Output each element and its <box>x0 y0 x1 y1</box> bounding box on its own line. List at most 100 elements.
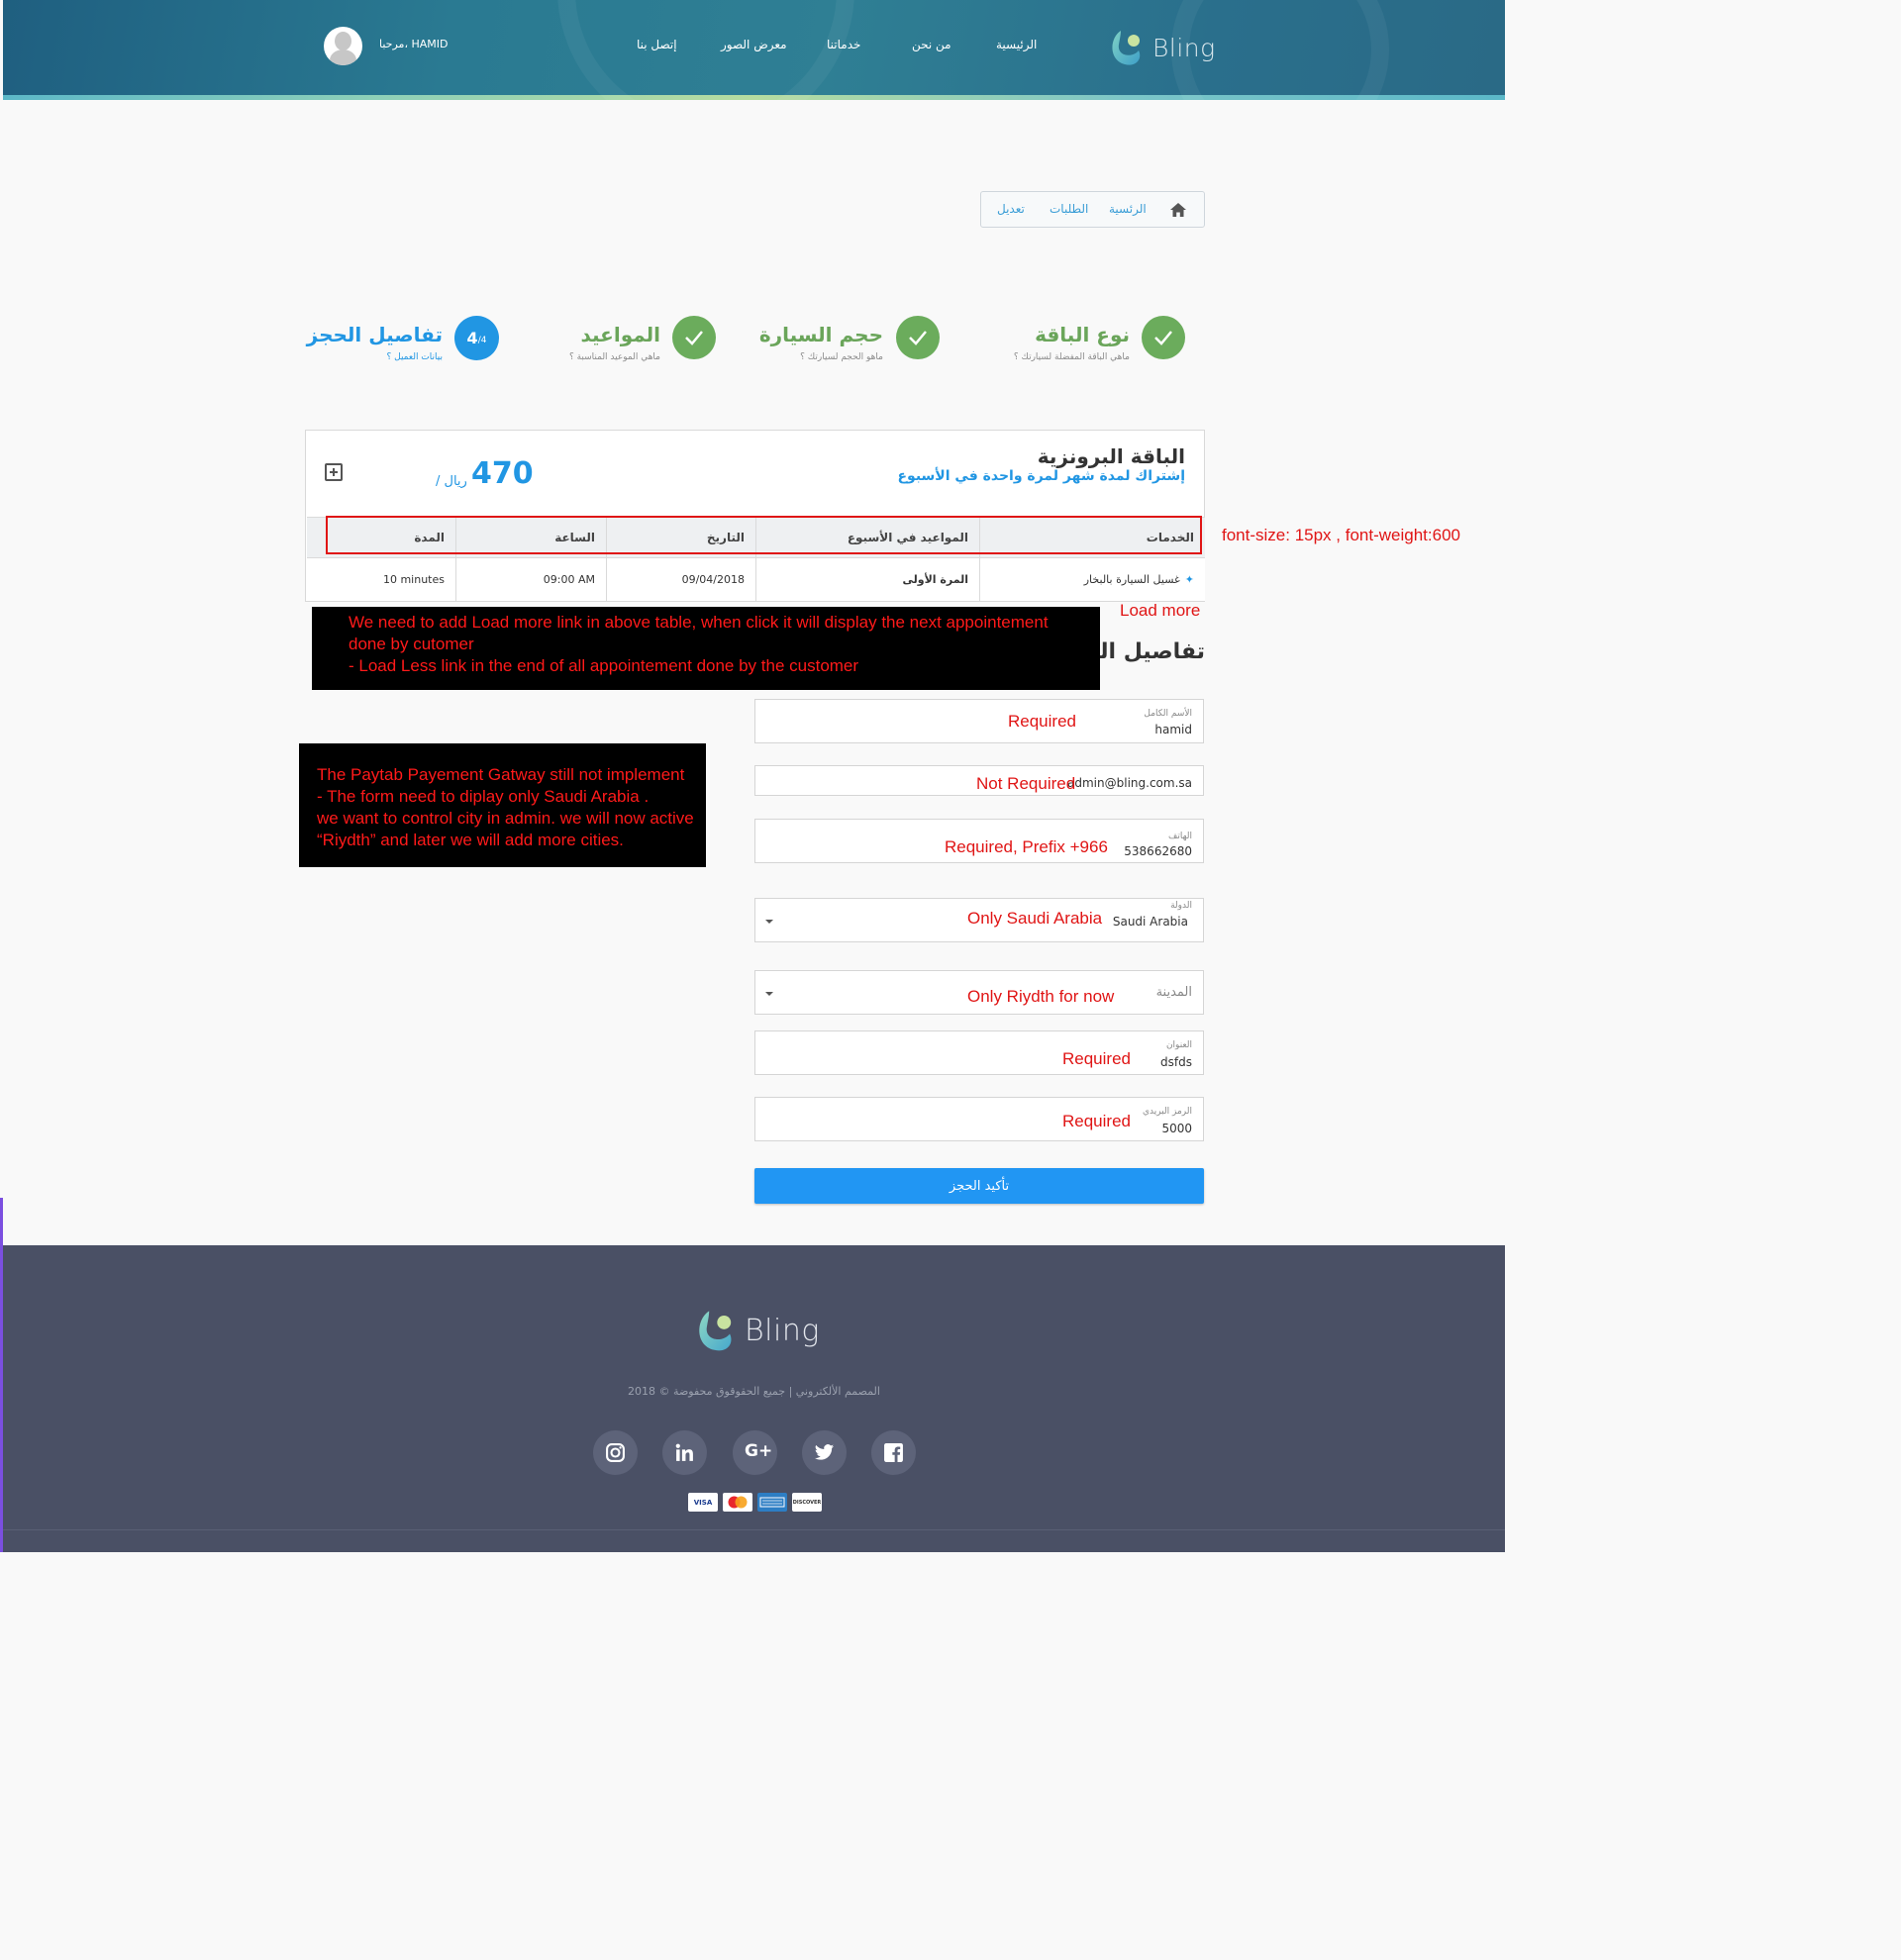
discover-label: DISCOVER <box>792 1499 822 1506</box>
footer: Bling 2018 © المصمم الألكتروني | جميع ال… <box>3 1245 1505 1552</box>
field-annotation: Required, Prefix +966 <box>945 837 1108 856</box>
field-value: hamid <box>1154 723 1192 736</box>
service-name: غسيل السيارة بالبخار <box>1083 573 1180 586</box>
twitter-icon[interactable] <box>802 1430 847 1475</box>
breadcrumb-home[interactable]: الرئسية <box>1109 202 1147 216</box>
field-annotation: Not Required <box>976 774 1076 793</box>
mastercard-icon <box>723 1493 752 1512</box>
step-2-title: حجم السيارة <box>758 323 883 346</box>
step-1-subtitle: ماهي الباقة المفضلة لسيارتك ؟ <box>1013 352 1130 362</box>
country-select[interactable]: الدولة Saudi Arabia Only Saudi Arabia <box>754 898 1204 942</box>
chevron-down-icon[interactable] <box>765 992 773 996</box>
brand-name: Bling <box>1152 33 1216 62</box>
field-label: الأسم الكامل <box>1144 709 1192 719</box>
user-greeting[interactable]: مرحبا، HAMID <box>379 38 449 50</box>
postal-code-field[interactable]: الرمز البريدي 5000 Required <box>754 1097 1204 1141</box>
field-value: dsfds <box>1160 1055 1192 1069</box>
nav-gallery[interactable]: معرض الصور <box>721 38 787 51</box>
field-annotation: Required <box>1062 1049 1131 1068</box>
visa-card-icon: VISA <box>688 1493 718 1512</box>
expand-plus-icon[interactable] <box>325 463 343 481</box>
breadcrumb: الرئسية الطلبات تعديل <box>980 191 1205 228</box>
annotation-line: - Load Less link in the end of all appoi… <box>349 656 859 675</box>
copyright-text: 2018 © المصمم الألكتروني | جميع الحقوقوق… <box>628 1385 880 1398</box>
field-label: الهاتف <box>1168 832 1192 841</box>
step-2-check <box>896 316 940 359</box>
breadcrumb-orders[interactable]: الطلبات <box>1050 202 1088 216</box>
footer-divider <box>3 1529 1505 1530</box>
annotation-line: We need to add Load more link in above t… <box>349 613 1049 632</box>
package-subtitle: إشتراك لمدة شهر لمرة واحدة في الأسبوع <box>897 468 1185 484</box>
step-3-subtitle: ماهي الموعيد المناسبة ؟ <box>568 352 660 362</box>
full-name-field[interactable]: الأسم الكامل hamid Required <box>754 699 1204 743</box>
font-annotation: font-size: 15px , font-weight:600 <box>1222 526 1460 544</box>
annotation-line: The Paytab Payement Gatway still not imp… <box>317 765 685 784</box>
package-price: 470 <box>471 456 534 491</box>
field-annotation: Only Riydth for now <box>967 987 1115 1006</box>
step-4-title: تفاصيل الحجز <box>306 323 443 346</box>
field-placeholder: المدينة <box>1155 985 1192 1000</box>
amex-card-icon <box>757 1493 787 1512</box>
step-3-title: المواعيد <box>580 323 660 346</box>
email-field[interactable]: admin@bling.com.sa Not Required <box>754 765 1204 796</box>
annotation-line: we want to control city in admin. we wil… <box>317 809 694 828</box>
check-icon <box>1154 331 1172 345</box>
nav-contact[interactable]: إتصل بنا <box>637 38 677 51</box>
header-logo[interactable]: Bling <box>1107 27 1216 68</box>
nav-home[interactable]: الرئيسية <box>996 38 1037 51</box>
logo-mark-icon <box>1107 27 1145 68</box>
cell-weekly: المرة الأولى <box>755 558 979 601</box>
annotation-line: done by cutomer <box>349 635 474 653</box>
package-title: الباقة البرونزية <box>1037 444 1185 468</box>
header-highlight-annotation <box>326 516 1202 554</box>
load-more-link[interactable]: Load more <box>1120 601 1200 621</box>
field-label: العنوان <box>1165 1040 1192 1050</box>
city-select[interactable]: المدينة Only Riydth for now <box>754 970 1204 1015</box>
step-3-check <box>672 316 716 359</box>
nav-services[interactable]: خدماتنا <box>827 38 860 51</box>
step-4-total: /4 <box>477 335 487 345</box>
check-icon <box>685 331 703 345</box>
package-currency: / ريال <box>436 474 467 489</box>
google-plus-glyph: G+ <box>745 1441 773 1461</box>
cell-duration: 10 minutes <box>382 573 445 586</box>
sparkle-icon: ✦ <box>1184 573 1194 586</box>
field-value: 538662680 <box>1124 844 1192 858</box>
step-1-title: نوع الباقة <box>1035 323 1130 346</box>
discover-card-icon: DISCOVER <box>792 1493 822 1512</box>
phone-field[interactable]: الهاتف 538662680 Required, Prefix +966 <box>754 819 1204 863</box>
avatar-body <box>330 49 356 65</box>
field-annotation: Only Saudi Arabia <box>967 909 1103 928</box>
top-header: Bling الرئيسية من نحن خدماتنا معرض الصور… <box>3 0 1505 100</box>
home-icon[interactable] <box>1170 203 1186 217</box>
table-row: غسيل السيارة بالبخار ✦ المرة الأولى 09/0… <box>307 558 1205 601</box>
cell-service: غسيل السيارة بالبخار ✦ <box>979 558 1205 601</box>
field-annotation: Required <box>1062 1112 1131 1130</box>
linkedin-icon[interactable] <box>662 1430 707 1475</box>
step-2-subtitle: ماهو الحجم لسيارتك ؟ <box>800 352 883 362</box>
facebook-icon[interactable] <box>871 1430 916 1475</box>
breadcrumb-edit[interactable]: تعديل <box>997 202 1025 216</box>
load-more-annotation: We need to add Load more link in above t… <box>312 607 1100 690</box>
step-4-subtitle: بيانات العميل ؟ <box>386 352 443 362</box>
annotation-line: “Riydth” and later we will add more citi… <box>317 831 624 849</box>
chevron-down-icon[interactable] <box>765 920 773 924</box>
payment-annotation: The Paytab Payement Gatway still not imp… <box>299 743 706 867</box>
google-plus-icon[interactable]: G+ <box>733 1430 777 1475</box>
footer-brand-name: Bling <box>745 1313 820 1348</box>
step-1-check <box>1142 316 1185 359</box>
step-4-indicator: 4 /4 <box>454 316 499 360</box>
field-annotation: Required <box>1008 712 1076 731</box>
footer-logo[interactable]: Bling <box>693 1305 820 1356</box>
annotation-line: - The form need to diplay only Saudi Ara… <box>317 787 650 806</box>
confirm-booking-button[interactable]: تأكيد الحجز <box>754 1168 1204 1204</box>
user-avatar[interactable] <box>324 27 362 65</box>
field-label: الرمز البريدي <box>1142 1107 1192 1117</box>
avatar-head <box>335 32 351 50</box>
nav-about[interactable]: من نحن <box>912 38 951 51</box>
address-field[interactable]: العنوان dsfds Required <box>754 1030 1204 1075</box>
instagram-icon[interactable] <box>593 1430 638 1475</box>
field-label: الدولة <box>1170 901 1192 911</box>
cell-date: 09/04/2018 <box>606 558 755 601</box>
check-icon <box>909 331 927 345</box>
